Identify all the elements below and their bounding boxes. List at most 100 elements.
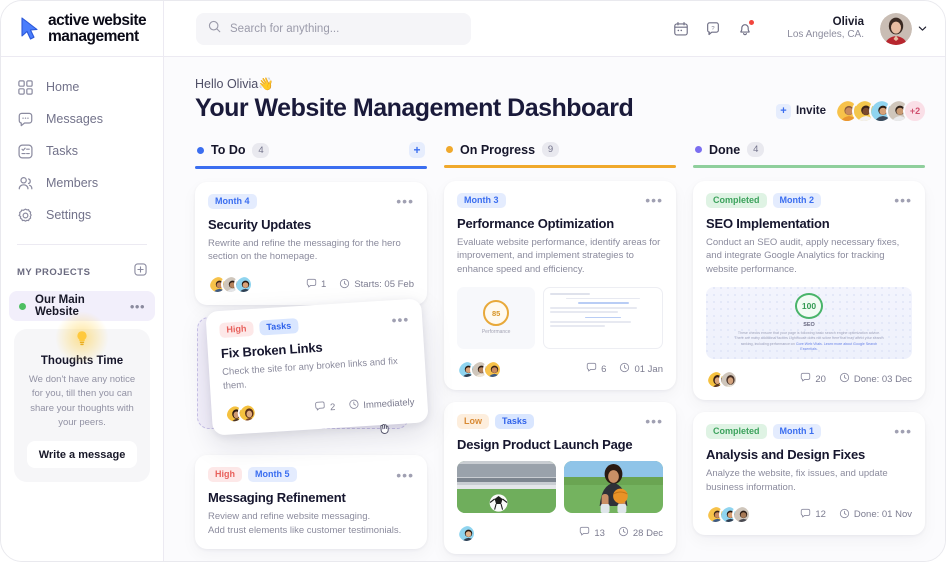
seo-score: 100: [795, 292, 823, 319]
kanban-column-todo: To Do 4 + Month 4 ••• Security Updates R…: [195, 142, 429, 554]
notification-bell-icon[interactable]: [737, 19, 755, 37]
more-dots-icon[interactable]: •••: [130, 300, 145, 313]
avatar: [237, 402, 258, 423]
more-dots-icon[interactable]: •••: [396, 194, 414, 208]
gear-settings-icon: [17, 207, 34, 224]
kanban-card[interactable]: Low Tasks ••• Design Product Launch Page: [444, 401, 676, 554]
more-dots-icon[interactable]: •••: [391, 311, 410, 328]
my-projects-header: MY PROJECTS: [1, 263, 163, 281]
checklist-tasks-icon: [17, 143, 34, 160]
avatar-overflow-count[interactable]: +2: [903, 99, 927, 123]
card-attachment-performance[interactable]: 85 Performance: [457, 286, 663, 349]
card-tag: Completed: [706, 423, 767, 439]
card-tag: Low: [457, 413, 489, 429]
invite-button[interactable]: + Invite: [775, 103, 826, 119]
comment-count[interactable]: 20: [800, 372, 826, 386]
comment-count[interactable]: 1: [306, 278, 326, 292]
card-date-value: 28 Dec: [632, 527, 663, 539]
card-date-value: Immediately: [362, 396, 415, 411]
column-count-badge: 4: [252, 142, 270, 158]
card-meta: 2 Immediately: [315, 395, 415, 415]
card-meta: 20 Done: 03 Dec: [800, 372, 912, 386]
dashboard-header: Hello Olivia👋 Your Website Management Da…: [195, 77, 927, 142]
avatar[interactable]: [880, 12, 912, 45]
kanban-card[interactable]: Completed Month 1 ••• Analysis and Desig…: [693, 411, 925, 536]
card-meta: 13 28 Dec: [579, 526, 663, 540]
card-tags: Month 4 •••: [208, 193, 414, 209]
card-avatars: [457, 523, 476, 543]
drag-area: High Tasks ••• Fix Broken Links Check th…: [195, 298, 429, 443]
comment-count-value: 13: [594, 527, 605, 539]
kanban-card[interactable]: Completed Month 2 ••• SEO Implementation…: [693, 180, 925, 400]
kanban-card[interactable]: High Month 5 ••• Messaging Refinement Re…: [195, 455, 427, 549]
card-title: Design Product Launch Page: [457, 436, 633, 452]
seo-description-link[interactable]: Core Web Vitals. Learn more about Google…: [796, 342, 877, 352]
kanban-card-dragging[interactable]: High Tasks ••• Fix Broken Links Check th…: [205, 298, 429, 436]
sidebar: Home Messages Tasks Members Settings MY …: [1, 57, 164, 561]
my-projects-title: MY PROJECTS: [17, 266, 91, 278]
card-attachment-seo-report[interactable]: 100 SEO These checks ensure that your pa…: [706, 287, 912, 359]
app-window: active website management Search for any…: [0, 0, 946, 562]
team-avatar-stack[interactable]: +2: [835, 99, 927, 123]
sidebar-item-label: Members: [46, 176, 99, 190]
column-status-dot: [197, 146, 204, 154]
kanban-column-done: Done 4 Completed Month 2 ••• SEO Impleme…: [693, 142, 925, 554]
calendar-icon[interactable]: [673, 21, 689, 37]
greeting: Hello Olivia👋: [195, 77, 633, 92]
kanban-card[interactable]: Month 3 ••• Performance Optimization Eva…: [444, 180, 676, 390]
comment-icon: [800, 372, 811, 386]
chevron-down-icon[interactable]: [918, 20, 927, 38]
card-tags: Month 3 •••: [457, 192, 663, 208]
card-attachment-photos[interactable]: [457, 460, 663, 513]
write-a-message-button[interactable]: Write a message: [27, 441, 137, 468]
sidebar-item-tasks[interactable]: Tasks: [1, 135, 163, 167]
dashboard-heading-block: Hello Olivia👋 Your Website Management Da…: [195, 77, 634, 142]
comment-icon: [315, 401, 327, 416]
column-status-dot: [695, 146, 702, 153]
card-footer: 2 Immediately: [224, 393, 415, 424]
brand-logo-area[interactable]: active website management: [1, 1, 164, 57]
performance-gauge-preview: 85 Performance: [457, 286, 536, 349]
avatar: [483, 359, 502, 379]
card-tag: Month 5: [248, 467, 297, 483]
top-bar-right: ? Olivia Los Angeles, CA.: [673, 12, 945, 45]
card-tag: Tasks: [258, 318, 299, 336]
comment-count[interactable]: 6: [586, 362, 606, 376]
column-title: To Do: [211, 143, 246, 157]
comment-count[interactable]: 12: [800, 508, 826, 522]
sidebar-item-members[interactable]: Members: [1, 167, 163, 199]
comment-count[interactable]: 2: [315, 400, 336, 415]
sidebar-item-label: Tasks: [46, 144, 78, 158]
column-title: Done: [709, 142, 741, 157]
card-description: Conduct an SEO audit, apply necessary fi…: [706, 236, 900, 276]
more-dots-icon[interactable]: •••: [645, 414, 663, 428]
sidebar-item-home[interactable]: Home: [1, 71, 163, 103]
card-tags: High Month 5 •••: [208, 467, 414, 483]
card-title: Messaging Refinement: [208, 490, 346, 506]
more-dots-icon[interactable]: •••: [894, 193, 912, 207]
card-date-value: Done: 01 Nov: [853, 509, 912, 521]
help-chat-icon[interactable]: ?: [705, 21, 721, 37]
photo-thumbnail: [457, 460, 556, 513]
kanban-card[interactable]: Month 4 ••• Security Updates Rewrite and…: [195, 181, 427, 306]
search-box[interactable]: [196, 12, 471, 45]
plus-square-icon[interactable]: [134, 263, 147, 281]
brand-name: active website management: [48, 12, 147, 45]
column-status-dot: [446, 146, 453, 153]
sidebar-item-settings[interactable]: Settings: [1, 199, 163, 231]
sidebar-item-label: Settings: [46, 208, 92, 222]
photo-thumbnail: [564, 460, 663, 513]
card-avatars: [208, 275, 253, 295]
card-tag: High: [208, 467, 242, 483]
add-card-button[interactable]: +: [409, 142, 425, 158]
grid-home-icon: [17, 79, 34, 96]
sidebar-item-messages[interactable]: Messages: [1, 103, 163, 135]
comment-count[interactable]: 13: [579, 526, 605, 540]
more-dots-icon[interactable]: •••: [894, 424, 912, 438]
more-dots-icon[interactable]: •••: [396, 468, 414, 482]
column-header: On Progress 9: [444, 142, 676, 165]
user-info[interactable]: Olivia Los Angeles, CA.: [787, 15, 864, 42]
search-input[interactable]: [230, 22, 459, 35]
column-rule: [693, 165, 925, 168]
more-dots-icon[interactable]: •••: [645, 193, 663, 207]
